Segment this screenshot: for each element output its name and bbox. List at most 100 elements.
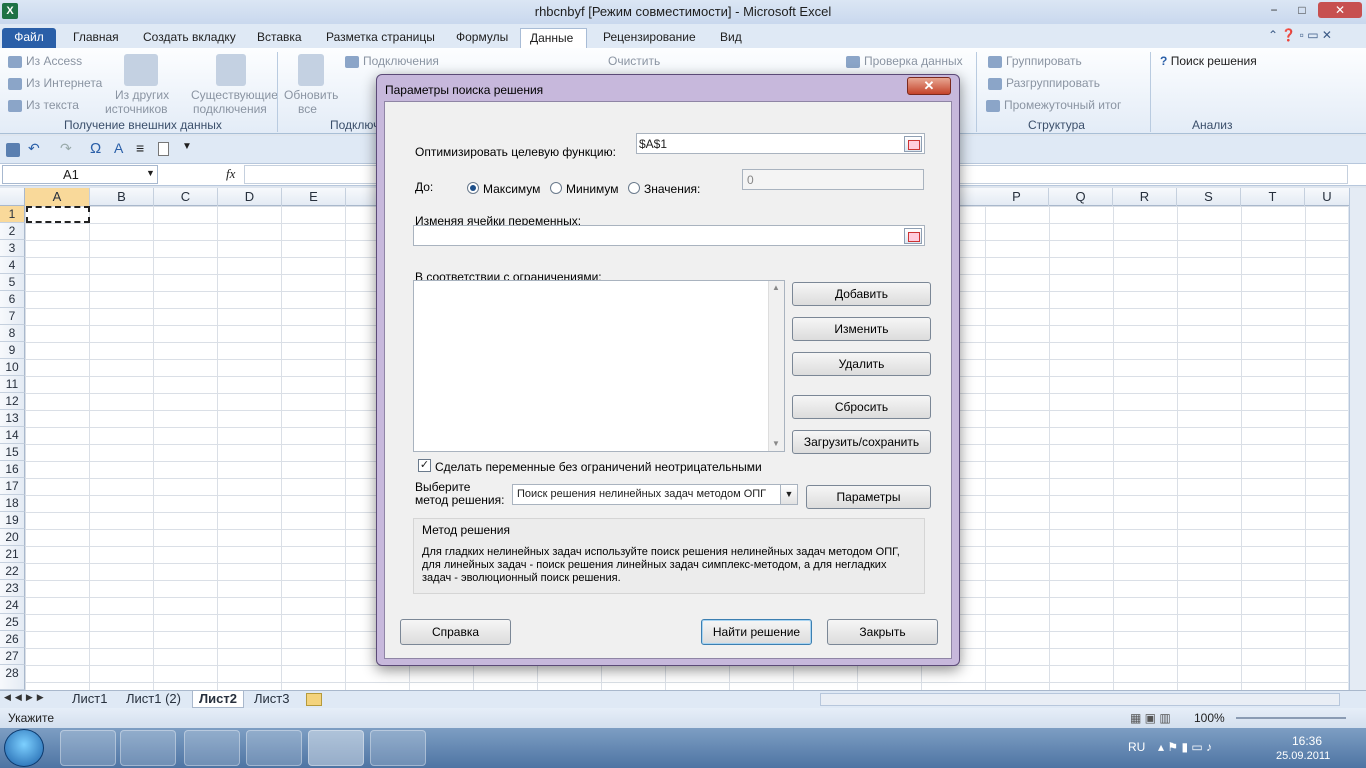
zoom-level[interactable]: 100% [1194,711,1225,725]
zoom-slider[interactable] [1236,717,1346,719]
dialog-close-button[interactable]: ✕ [907,77,951,95]
sheet-tab[interactable]: Лист3 [248,691,295,708]
value-input[interactable]: 0 [742,169,924,190]
row-header[interactable]: 9 [0,342,25,359]
col-header[interactable]: P [985,188,1049,206]
excel-taskbar-icon[interactable] [308,730,364,766]
row-header[interactable]: 4 [0,257,25,274]
row-header[interactable]: 22 [0,563,25,580]
row-header[interactable]: 15 [0,444,25,461]
start-button-icon[interactable] [4,729,44,767]
ungroup-button[interactable]: Разгруппировать [988,76,1100,90]
from-access-button[interactable]: Из Access [8,54,82,68]
delete-constraint-button[interactable]: Удалить [792,352,931,376]
row-header[interactable]: 10 [0,359,25,376]
group-button[interactable]: Группировать [988,54,1082,68]
skype-taskbar-icon[interactable] [246,730,302,766]
col-header[interactable]: T [1241,188,1305,206]
refresh-all-label1[interactable]: Обновить [284,88,338,102]
load-save-button[interactable]: Загрузить/сохранить [792,430,931,454]
col-header[interactable]: S [1177,188,1241,206]
tab-formulas[interactable]: Формулы [447,28,517,48]
collapse-dialog-icon[interactable] [904,136,922,152]
scroll-down-icon[interactable]: ▼ [772,439,780,448]
tab-view[interactable]: Вид [711,28,751,48]
radio-value-label[interactable]: Значения: [644,182,700,196]
row-header[interactable]: 24 [0,597,25,614]
save-icon[interactable] [6,143,20,157]
row-header[interactable]: 25 [0,614,25,631]
col-header[interactable]: A [25,188,90,206]
select-all-corner[interactable] [0,188,25,206]
row-header[interactable]: 3 [0,240,25,257]
view-icons[interactable]: ▦ ▣ ▥ [1130,711,1171,725]
row-header[interactable]: 20 [0,529,25,546]
help-button[interactable]: Справка [400,619,511,645]
name-box-dropdown-icon[interactable]: ▼ [146,168,155,178]
tab-insert[interactable]: Вставка [248,28,311,48]
row-header[interactable]: 19 [0,512,25,529]
col-header[interactable]: E [282,188,346,206]
col-header[interactable]: C [154,188,218,206]
constraints-scrollbar[interactable] [768,281,784,451]
clock-time[interactable]: 16:36 [1292,734,1322,748]
row-header[interactable]: 5 [0,274,25,291]
media-player-taskbar-icon[interactable] [120,730,176,766]
solver-button[interactable]: ? Поиск решения [1160,54,1257,68]
radio-max[interactable] [467,182,479,194]
sheet-tab[interactable]: Лист1 [66,691,113,708]
row-header[interactable]: 11 [0,376,25,393]
method-select[interactable]: Поиск решения нелинейных задач методом О… [512,484,798,505]
tab-file[interactable]: Файл [2,28,56,48]
scroll-up-icon[interactable]: ▲ [772,283,780,292]
radio-max-label[interactable]: Максимум [483,182,540,196]
row-header[interactable]: 17 [0,478,25,495]
row-header[interactable]: 21 [0,546,25,563]
variables-input[interactable] [413,225,925,246]
existing-connections-label1[interactable]: Существующие [191,88,278,102]
row-header[interactable]: 12 [0,393,25,410]
horizontal-scrollbar[interactable] [820,693,1340,706]
data-validation-button[interactable]: Проверка данных [846,54,963,68]
insert-function-icon[interactable]: fx [226,166,235,182]
tab-page-layout[interactable]: Разметка страницы [317,28,444,48]
radio-value[interactable] [628,182,640,194]
text-effect-icon[interactable]: A [114,140,123,156]
sheet-nav-icons[interactable]: ◀◀▶▶ [4,692,48,703]
insert-sheet-icon[interactable] [306,693,322,706]
row-header[interactable]: 26 [0,631,25,648]
col-header[interactable]: U [1305,188,1350,206]
other-sources-label1[interactable]: Из других [115,88,169,102]
subtotal-button[interactable]: Промежуточный итог [986,98,1121,112]
tray-icons[interactable]: ▴ ⚑ ▮ ▭ ♪ [1158,740,1212,754]
refresh-all-label2[interactable]: все [298,102,317,116]
vertical-scrollbar[interactable] [1349,188,1366,690]
reset-all-button[interactable]: Сбросить [792,395,931,419]
row-header[interactable]: 6 [0,291,25,308]
col-header[interactable]: R [1113,188,1177,206]
sheet-tab[interactable]: Лист1 (2) [120,691,187,708]
minimize-button[interactable]: − [1262,2,1286,18]
clock-date[interactable]: 25.09.2011 [1276,750,1330,762]
row-header[interactable]: 16 [0,461,25,478]
connections-button[interactable]: Подключения [345,54,439,68]
maximize-button[interactable]: □ [1290,2,1314,18]
row-header[interactable]: 1 [0,206,25,223]
omega-icon[interactable]: Ω [90,140,101,157]
clear-filter-button[interactable]: Очистить [608,54,660,68]
redo-icon[interactable]: ↷ [60,140,72,157]
objective-input[interactable]: $A$1 [636,133,925,154]
active-cell-selection[interactable] [26,206,90,223]
tab-review[interactable]: Рецензирование [594,28,705,48]
tab-custom[interactable]: Создать вкладку [134,28,245,48]
add-constraint-button[interactable]: Добавить [792,282,931,306]
new-document-icon[interactable] [158,142,169,156]
close-dialog-button[interactable]: Закрыть [827,619,938,645]
row-header[interactable]: 13 [0,410,25,427]
col-header[interactable]: D [218,188,282,206]
solve-button[interactable]: Найти решение [701,619,812,645]
existing-connections-label2[interactable]: подключения [193,102,267,116]
undo-icon[interactable]: ↶ [28,140,40,157]
tab-data[interactable]: Данные [520,28,587,48]
row-header[interactable]: 8 [0,325,25,342]
